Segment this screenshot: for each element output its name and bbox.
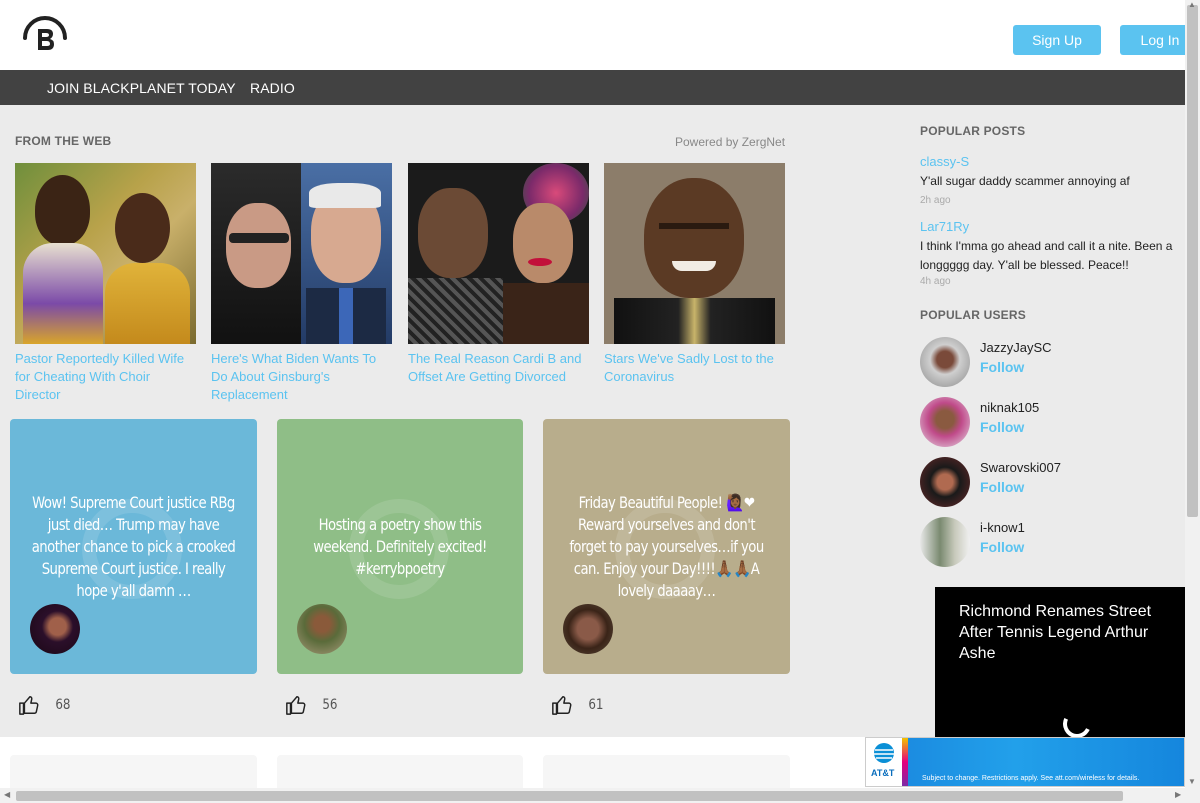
popular-users-heading: POPULAR USERS [920,308,1026,322]
avatar[interactable] [30,604,80,654]
post-card[interactable]: Friday Beautiful People! 🙋🏾‍♀️❤ Reward y… [543,419,790,674]
att-brand-label: AT&T [871,768,895,778]
popular-user-name[interactable]: Swarovski007 [980,460,1061,475]
like-row: 68 [18,693,72,717]
web-card-image[interactable] [15,163,196,344]
web-card-image[interactable] [211,163,392,344]
loading-spinner-icon [1059,706,1095,737]
nav-item-join[interactable]: JOIN BLACKPLANET TODAY [47,80,236,96]
like-count: 68 [55,697,71,713]
scroll-up-arrow-icon[interactable]: ▲ [1188,0,1196,9]
follow-button[interactable]: Follow [980,359,1024,375]
web-card-title[interactable]: The Real Reason Cardi B and Offset Are G… [408,350,589,386]
popular-post-text[interactable]: I think I'mma go ahead and call it a nit… [920,237,1190,275]
att-logo-icon: AT&T [866,738,902,786]
popular-post-time: 4h ago [920,276,951,287]
post-card-placeholder [277,755,523,788]
popular-post-user[interactable]: Lar71Ry [920,219,969,234]
top-header: Sign Up Log In [0,0,1200,70]
web-card-title[interactable]: Pastor Reportedly Killed Wife for Cheati… [15,350,196,404]
avatar[interactable] [920,517,970,567]
powered-by-zergnet[interactable]: Powered by ZergNet [675,135,785,149]
video-ad-title[interactable]: Richmond Renames Street After Tennis Leg… [959,601,1174,664]
scroll-down-arrow-icon[interactable]: ▼ [1188,777,1196,786]
avatar[interactable] [920,337,970,387]
avatar[interactable] [920,457,970,507]
follow-button[interactable]: Follow [980,539,1024,555]
scroll-right-arrow-icon[interactable]: ▶ [1175,790,1181,799]
like-row: 56 [285,693,339,717]
main-nav: JOIN BLACKPLANET TODAY RADIO [0,70,1200,105]
from-the-web-heading: FROM THE WEB [15,134,112,148]
popular-user-name[interactable]: JazzyJaySC [980,340,1052,355]
web-card[interactable]: Here's What Biden Wants To Do About Gins… [211,163,392,404]
follow-button[interactable]: Follow [980,419,1024,435]
thumbs-up-icon[interactable] [18,694,40,716]
horizontal-scrollbar-thumb[interactable] [16,791,1123,801]
like-count: 61 [588,697,604,713]
scroll-left-arrow-icon[interactable]: ◀ [4,790,10,799]
web-card[interactable]: The Real Reason Cardi B and Offset Are G… [408,163,589,386]
web-card-image[interactable] [408,163,589,344]
att-banner-ad[interactable]: AT&T Subject to change. Restrictions app… [865,737,1185,787]
avatar[interactable] [920,397,970,447]
follow-button[interactable]: Follow [980,479,1024,495]
web-card[interactable]: Pastor Reportedly Killed Wife for Cheati… [15,163,196,404]
popular-post-time: 2h ago [920,195,951,206]
post-card-placeholder [543,755,790,788]
blackplanet-logo-icon[interactable] [22,16,68,54]
web-card-image[interactable] [604,163,785,344]
att-ad-stripe [902,738,908,786]
nav-item-radio[interactable]: RADIO [250,80,295,96]
avatar[interactable] [297,604,347,654]
web-card[interactable]: Stars We've Sadly Lost to the Coronaviru… [604,163,785,386]
post-card-placeholder [10,755,257,788]
thumbs-up-icon[interactable] [551,694,573,716]
like-row: 61 [551,693,605,717]
web-card-title[interactable]: Stars We've Sadly Lost to the Coronaviru… [604,350,785,386]
video-ad[interactable]: Richmond Renames Street After Tennis Leg… [935,587,1185,737]
post-card[interactable]: Wow! Supreme Court justice RBg just died… [10,419,257,674]
thumbs-up-icon[interactable] [285,694,307,716]
popular-posts-heading: POPULAR POSTS [920,124,1026,138]
sign-up-button[interactable]: Sign Up [1013,25,1101,55]
popular-user-name[interactable]: i-know1 [980,520,1025,535]
like-count: 56 [322,697,338,713]
popular-post-user[interactable]: classy-S [920,154,969,169]
web-card-title[interactable]: Here's What Biden Wants To Do About Gins… [211,350,392,404]
popular-user-name[interactable]: niknak105 [980,400,1039,415]
vertical-scrollbar-thumb[interactable] [1187,5,1198,517]
avatar[interactable] [563,604,613,654]
post-card[interactable]: Hosting a poetry show this weekend. Defi… [277,419,523,674]
att-fine-print: Subject to change. Restrictions apply. S… [922,775,1140,782]
popular-post-text[interactable]: Y'all sugar daddy scammer annoying af [920,172,1190,191]
